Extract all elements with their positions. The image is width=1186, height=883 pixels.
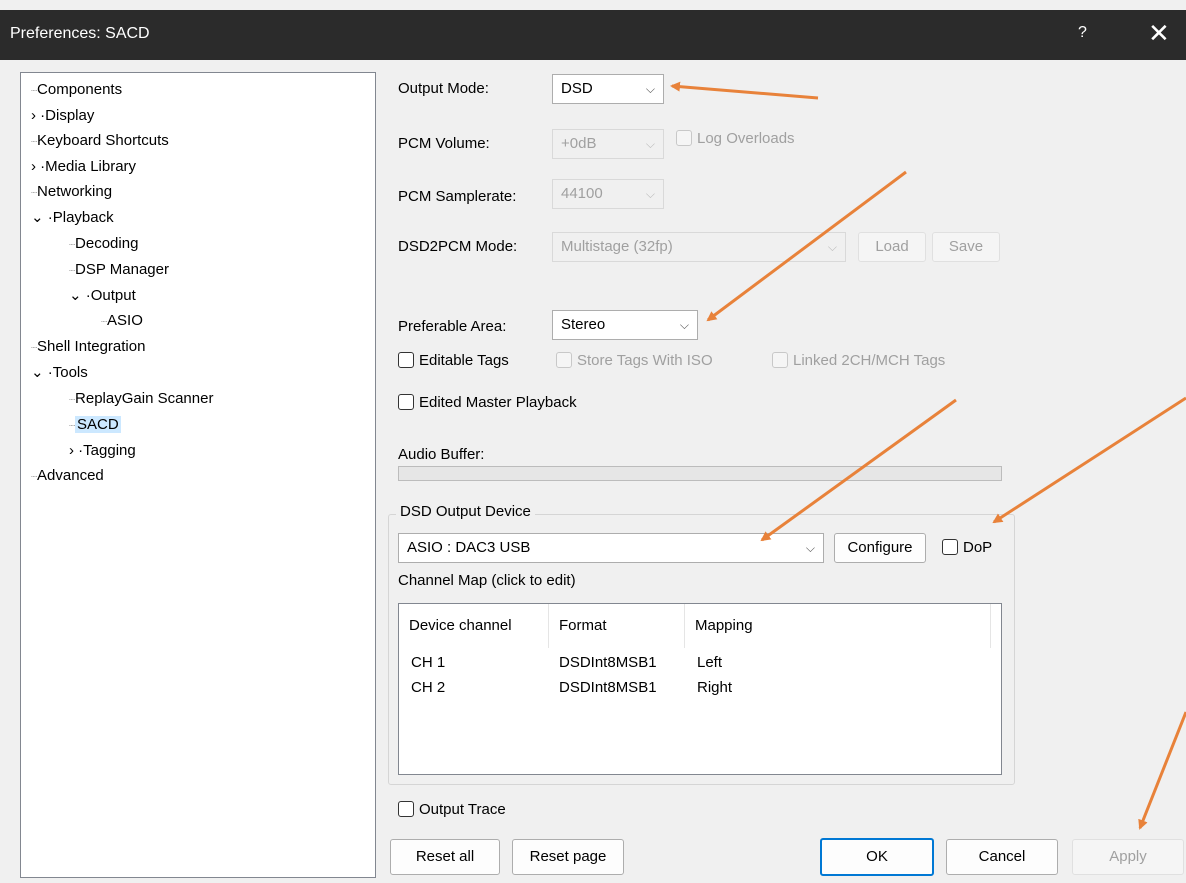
expand-chevron-icon[interactable]: › (31, 158, 36, 175)
checkbox-box (942, 539, 958, 555)
tree-item-tagging[interactable]: › ·Tagging (69, 440, 136, 462)
help-button[interactable]: ? (1078, 24, 1087, 42)
reset-page-button[interactable]: Reset page (512, 839, 624, 875)
dsd2pcm-mode-combo[interactable]: Multistage (32fp) ⌵ (552, 232, 846, 262)
tree-item-replaygain-scanner[interactable]: ┈ReplayGain Scanner (69, 388, 213, 410)
load-button[interactable]: Load (858, 232, 926, 262)
collapse-chevron-icon[interactable]: ⌄ (69, 287, 82, 304)
pcm-volume-value: +0dB (561, 135, 597, 152)
column-header-format[interactable]: Format (549, 604, 685, 648)
linked-tags-checkbox[interactable]: Linked 2CH/MCH Tags (772, 350, 945, 372)
title-bar: Preferences: SACD ? ✕ (0, 10, 1186, 60)
output-mode-combo[interactable]: DSD ⌵ (552, 74, 664, 104)
dsd2pcm-mode-value: Multistage (32fp) (561, 238, 673, 255)
chevron-down-icon: ⌵ (805, 541, 815, 555)
tree-item-keyboard-shortcuts[interactable]: ┈Keyboard Shortcuts (31, 130, 169, 152)
column-header-mapping[interactable]: Mapping (685, 604, 991, 648)
tree-item-networking[interactable]: ┈Networking (31, 181, 112, 203)
cancel-button[interactable]: Cancel (946, 839, 1058, 875)
tree-item-decoding[interactable]: ┈Decoding (69, 233, 138, 255)
table-cell-format[interactable]: DSDInt8MSB1 (559, 652, 657, 674)
tree-item-components[interactable]: ┈Components (31, 79, 122, 101)
table-cell-mapping[interactable]: Left (697, 652, 722, 674)
audio-buffer-progress (398, 466, 1002, 481)
pcm-volume-combo[interactable]: +0dB ⌵ (552, 129, 664, 159)
close-button[interactable]: ✕ (1148, 18, 1170, 49)
collapse-chevron-icon[interactable]: ⌄ (31, 364, 44, 381)
tree-item-asio[interactable]: ┈ASIO (101, 310, 143, 332)
dsd-output-device-combo[interactable]: ASIO : DAC3 USB ⌵ (398, 533, 824, 563)
column-header-device-channel[interactable]: Device channel (399, 604, 549, 648)
store-tags-iso-checkbox[interactable]: Store Tags With ISO (556, 350, 713, 372)
tree-item-display[interactable]: › ·Display (31, 105, 94, 127)
ok-button[interactable]: OK (820, 838, 934, 876)
audio-buffer-label: Audio Buffer: (398, 446, 485, 463)
tree-item-sacd[interactable]: ┈ SACD (69, 414, 121, 436)
annotation-arrow (670, 81, 819, 100)
tree-item-shell-integration[interactable]: ┈Shell Integration (31, 336, 145, 358)
pcm-samplerate-label: PCM Samplerate: (398, 188, 517, 205)
pcm-samplerate-value: 44100 (561, 185, 603, 202)
dsd-output-device-value: ASIO : DAC3 USB (407, 539, 531, 556)
table-cell-mapping[interactable]: Right (697, 677, 732, 699)
preferences-tree[interactable]: ┈Components › ·Display ┈Keyboard Shortcu… (20, 72, 376, 878)
pcm-samplerate-combo[interactable]: 44100 ⌵ (552, 179, 664, 209)
tree-item-playback[interactable]: ⌄ ·Playback (31, 207, 114, 229)
checkbox-box (398, 394, 414, 410)
chevron-down-icon: ⌵ (679, 318, 689, 332)
channel-map-list[interactable]: Device channel Format Mapping CH 1 DSDIn… (398, 603, 1002, 775)
tree-item-media-library[interactable]: › ·Media Library (31, 156, 136, 178)
checkbox-box (398, 801, 414, 817)
expand-chevron-icon[interactable]: › (69, 442, 74, 459)
log-overloads-checkbox[interactable]: Log Overloads (676, 128, 795, 150)
window-title: Preferences: SACD (10, 25, 150, 42)
configure-button[interactable]: Configure (834, 533, 926, 563)
dop-checkbox[interactable]: DoP (942, 537, 992, 559)
checkbox-box (398, 352, 414, 368)
preferable-area-label: Preferable Area: (398, 318, 507, 335)
checkbox-box (772, 352, 788, 368)
chevron-down-icon: ⌵ (827, 240, 837, 254)
preferable-area-combo[interactable]: Stereo ⌵ (552, 310, 698, 340)
annotation-arrow (1138, 711, 1186, 830)
tree-item-advanced[interactable]: ┈Advanced (31, 465, 104, 487)
expand-chevron-icon[interactable]: › (31, 107, 36, 124)
annotation-arrow (992, 396, 1186, 524)
output-mode-label: Output Mode: (398, 80, 489, 97)
reset-all-button[interactable]: Reset all (390, 839, 500, 875)
tree-item-output[interactable]: ⌄ ·Output (69, 285, 136, 307)
output-mode-value: DSD (561, 80, 593, 97)
tree-item-dsp-manager[interactable]: ┈DSP Manager (69, 259, 169, 281)
preferable-area-value: Stereo (561, 316, 606, 333)
edited-master-playback-checkbox[interactable]: Edited Master Playback (398, 392, 577, 414)
apply-button[interactable]: Apply (1072, 839, 1184, 875)
checkbox-box (556, 352, 572, 368)
checkbox-box (676, 130, 692, 146)
pcm-volume-label: PCM Volume: (398, 135, 490, 152)
table-cell-format[interactable]: DSDInt8MSB1 (559, 677, 657, 699)
editable-tags-checkbox[interactable]: Editable Tags (398, 350, 509, 372)
save-button[interactable]: Save (932, 232, 1000, 262)
chevron-down-icon: ⌵ (645, 137, 655, 151)
dsd2pcm-mode-label: DSD2PCM Mode: (398, 238, 518, 255)
table-cell-channel[interactable]: CH 1 (411, 652, 445, 674)
tree-item-tools[interactable]: ⌄ ·Tools (31, 362, 88, 384)
channel-map-label: Channel Map (click to edit) (398, 572, 576, 589)
chevron-down-icon: ⌵ (645, 82, 655, 96)
chevron-down-icon: ⌵ (645, 187, 655, 201)
output-trace-checkbox[interactable]: Output Trace (398, 799, 506, 821)
table-cell-channel[interactable]: CH 2 (411, 677, 445, 699)
collapse-chevron-icon[interactable]: ⌄ (31, 209, 44, 226)
dsd-output-group-title: DSD Output Device (396, 503, 535, 520)
